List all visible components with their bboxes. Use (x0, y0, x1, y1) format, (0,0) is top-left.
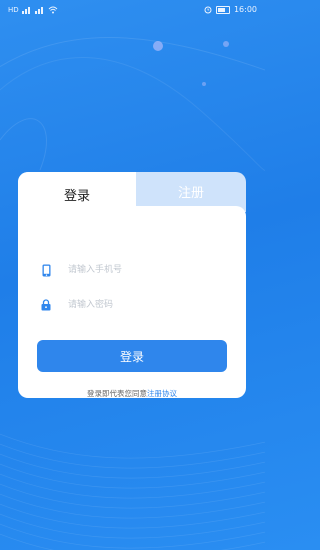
agreement-text: 登录即代表您同意注册协议 (18, 388, 246, 399)
tab-register-label: 注册 (177, 185, 204, 201)
battery-icon (215, 6, 230, 14)
login-button[interactable]: 登录 (37, 340, 227, 372)
password-input[interactable] (66, 299, 220, 311)
tab-login-curve (104, 172, 150, 216)
login-form: 登录 登录即代表您同意注册协议 (18, 206, 246, 398)
lock-icon (40, 298, 52, 312)
password-field[interactable] (40, 294, 230, 316)
clock: 16:00 (233, 5, 257, 14)
hd-label: HD (8, 6, 19, 14)
phone-field[interactable] (40, 259, 230, 281)
tab-login-label: 登录 (63, 188, 90, 204)
alarm-icon (204, 6, 212, 14)
phone-icon (40, 263, 52, 277)
signal-icon (21, 6, 32, 14)
status-left: HD (8, 0, 58, 20)
phone-input[interactable] (66, 264, 220, 276)
login-card: 注册 登录 登录即代表 (18, 172, 246, 398)
agreement-prefix: 登录即代表您同意 (87, 389, 147, 398)
status-right: 16:00 (204, 0, 257, 20)
signal-icon (34, 6, 45, 14)
tab-register[interactable]: 注册 (136, 172, 246, 210)
wifi-icon (48, 6, 58, 14)
status-bar: HD 16:00 (0, 0, 265, 20)
agreement-link[interactable]: 注册协议 (147, 389, 177, 398)
